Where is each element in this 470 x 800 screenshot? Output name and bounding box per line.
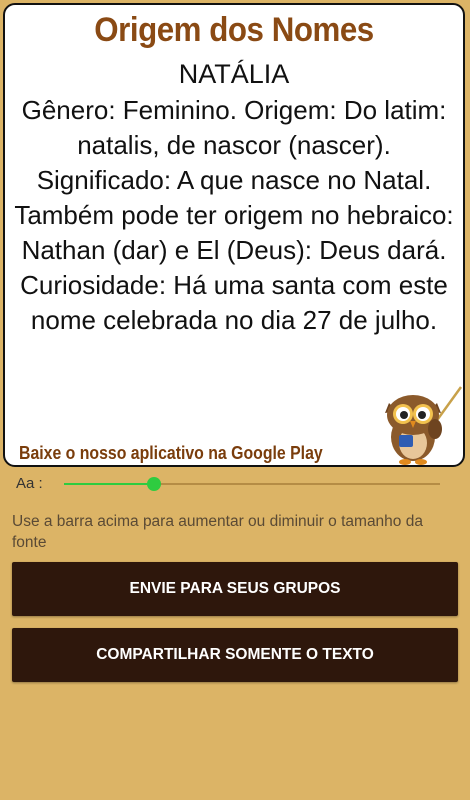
font-size-hint: Use a barra acima para aumentar ou dimin… — [12, 513, 423, 551]
share-text-only-button[interactable]: COMPARTILHAR SOMENTE O TEXTO — [12, 628, 458, 682]
name-heading: NATÁLIA — [178, 59, 290, 89]
slider-thumb[interactable] — [147, 477, 162, 491]
owl-teacher-icon — [385, 386, 463, 465]
font-size-slider[interactable] — [64, 477, 440, 491]
name-description: Gênero: Feminino. Origem: Do latim: nata… — [14, 95, 454, 335]
name-card: Origem dos Nomes NATÁLIA Gênero: Feminin… — [3, 3, 465, 467]
google-play-promo: Baixe o nosso aplicativo na Google Play — [19, 443, 323, 463]
app-title: Origem dos Nomes — [94, 11, 374, 49]
font-size-label: Aa : — [16, 475, 43, 492]
font-size-control: Aa : — [0, 472, 470, 496]
send-to-groups-button[interactable]: ENVIE PARA SEUS GRUPOS — [12, 562, 458, 616]
slider-fill — [64, 483, 155, 485]
